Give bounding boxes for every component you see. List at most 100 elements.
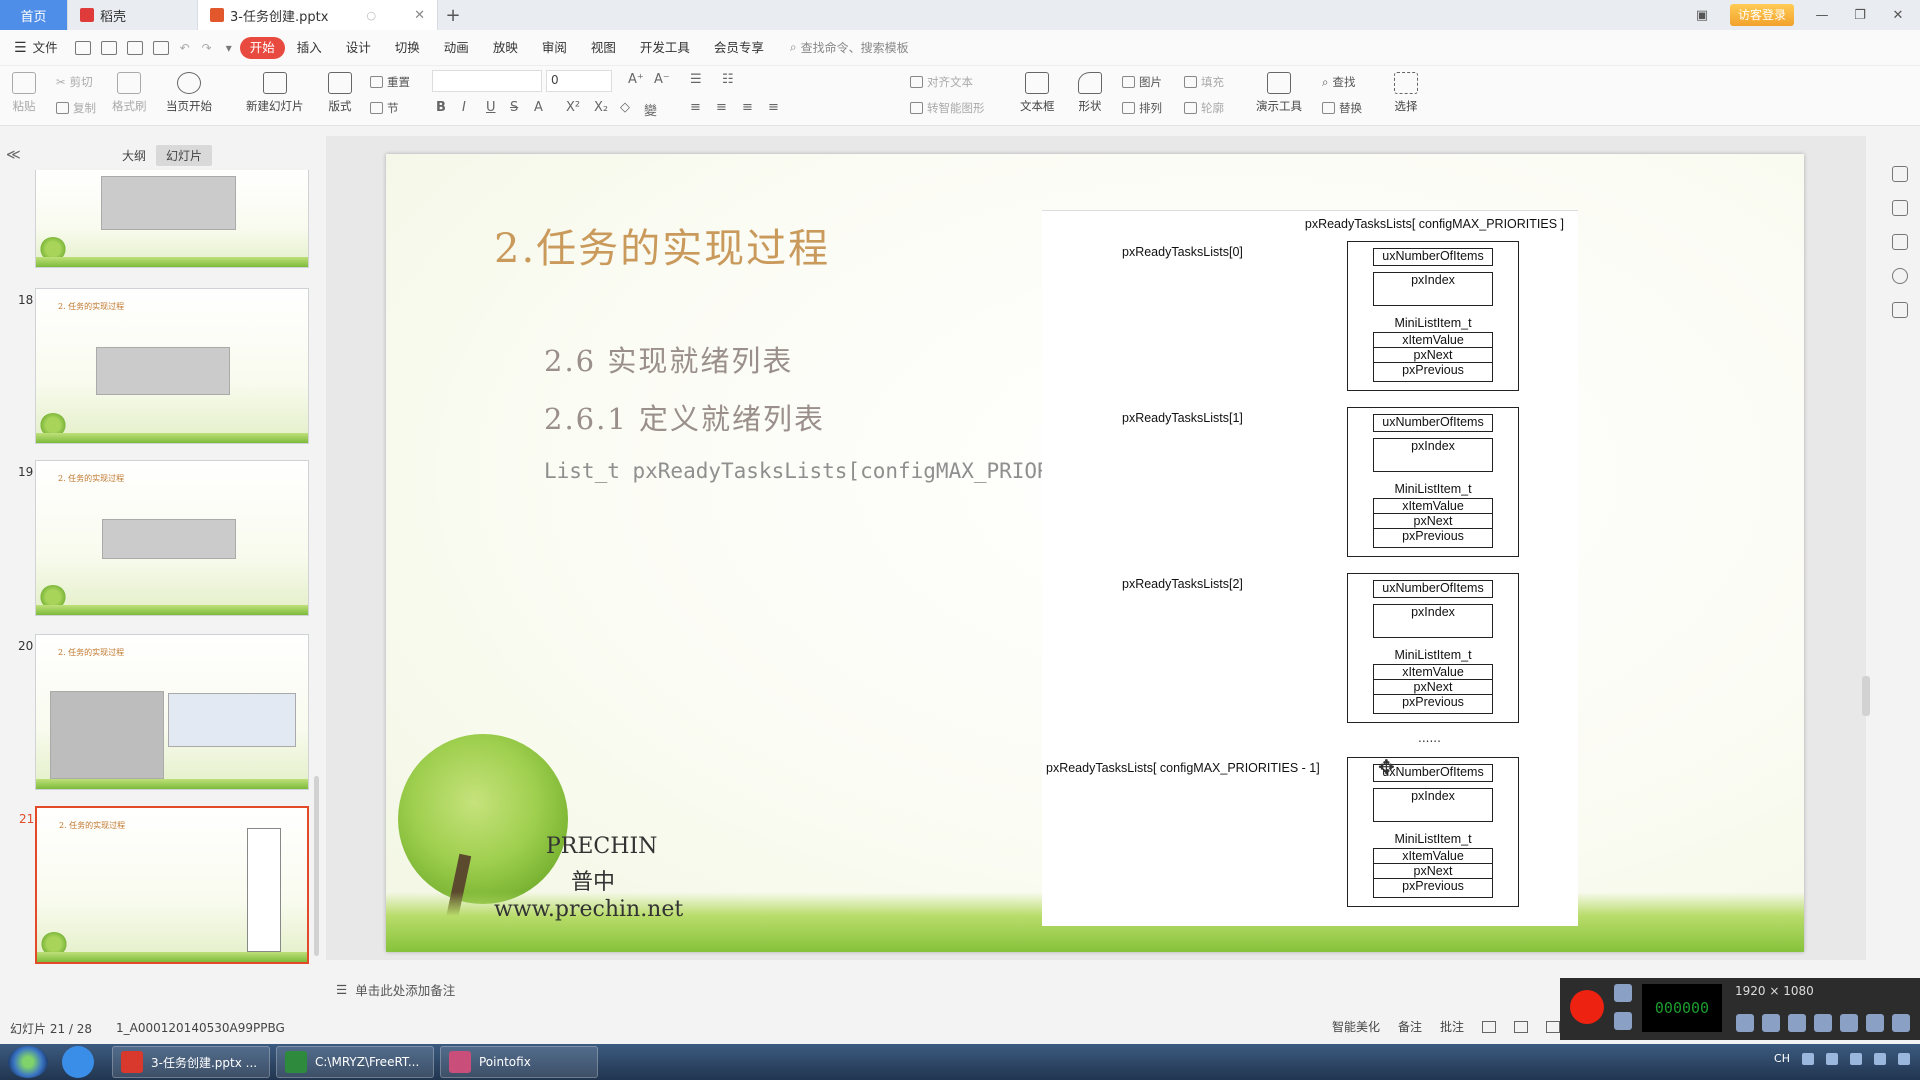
layout-icon[interactable]: ▣: [1692, 8, 1712, 23]
share-icon[interactable]: [1892, 302, 1908, 318]
textbox-button[interactable]: 文本框: [1020, 72, 1055, 114]
bold-icon[interactable]: B: [436, 100, 446, 115]
mic-icon[interactable]: [1762, 1014, 1780, 1032]
tab-daoke[interactable]: 稻壳: [68, 0, 198, 30]
pause-icon[interactable]: [1614, 1012, 1632, 1030]
fill-button[interactable]: 填充: [1184, 74, 1224, 90]
cut-button[interactable]: ✂ 剪切: [56, 74, 93, 90]
subscript-icon[interactable]: X₂: [594, 100, 608, 115]
menu-file[interactable]: 文件: [31, 37, 70, 59]
normal-view-icon[interactable]: [1482, 1020, 1496, 1033]
grow-font-icon[interactable]: A⁺: [628, 72, 644, 87]
outline-button[interactable]: 轮廓: [1184, 100, 1224, 116]
menu-design[interactable]: 设计: [334, 37, 383, 59]
menu-member[interactable]: 会员专享: [702, 37, 776, 59]
smart-beautify-button[interactable]: 智能美化: [1332, 1018, 1380, 1035]
section-button[interactable]: 节: [370, 100, 399, 116]
command-search[interactable]: ⌕ 查找命令、搜索模板: [790, 39, 909, 56]
superscript-icon[interactable]: X²: [566, 100, 580, 115]
font-family-select[interactable]: [432, 70, 542, 92]
properties-icon[interactable]: [1892, 166, 1908, 182]
menu-view[interactable]: 视图: [579, 37, 628, 59]
camera-icon[interactable]: [1614, 984, 1632, 1002]
close-window-icon[interactable]: ✕: [1888, 8, 1908, 23]
start-button[interactable]: [8, 1046, 48, 1078]
export-icon[interactable]: [100, 40, 117, 55]
convert-smartart-button[interactable]: 转智能图形: [910, 100, 985, 116]
sorter-view-icon[interactable]: [1514, 1020, 1528, 1033]
webcam-icon[interactable]: [1788, 1014, 1806, 1032]
slide-title[interactable]: 2.任务的实现过程: [494, 216, 830, 274]
menu-developer[interactable]: 开发工具: [628, 37, 702, 59]
italic-icon[interactable]: I: [462, 100, 466, 115]
folder-icon[interactable]: [1866, 1014, 1884, 1032]
settings-icon[interactable]: [1892, 1014, 1910, 1032]
action-center-icon[interactable]: [1898, 1052, 1910, 1065]
customize-icon[interactable]: ▾: [226, 41, 232, 55]
copy-button[interactable]: 复制: [56, 100, 96, 116]
record-button[interactable]: [1570, 990, 1604, 1024]
new-slide-button[interactable]: 新建幻灯片: [246, 72, 304, 114]
picture-button[interactable]: 图片: [1122, 74, 1162, 90]
preview-icon[interactable]: [152, 40, 169, 55]
ready-list-diagram[interactable]: pxReadyTasksLists[ configMAX_PRIORITIES …: [1042, 210, 1578, 926]
save-icon[interactable]: [74, 40, 91, 55]
underline-icon[interactable]: U: [486, 100, 496, 115]
task-wps[interactable]: 3-任务创建.pptx ...: [112, 1046, 270, 1078]
language-indicator[interactable]: CH: [1774, 1052, 1790, 1065]
find-button[interactable]: ⌕ 查找: [1322, 74, 1355, 90]
slide-thumbnail-active[interactable]: 21 2. 任务的实现过程: [19, 806, 309, 964]
char-spacing-icon[interactable]: 變: [644, 100, 657, 119]
align-right-icon[interactable]: ≡: [742, 100, 753, 115]
help-tray-icon[interactable]: [1826, 1052, 1838, 1065]
menu-review[interactable]: 审阅: [530, 37, 579, 59]
reading-view-icon[interactable]: [1546, 1020, 1560, 1033]
slide-thumbnail[interactable]: 18 2. 任务的实现过程: [18, 288, 309, 444]
select-button[interactable]: 选择: [1394, 72, 1418, 114]
shape-button[interactable]: 形状: [1078, 72, 1102, 114]
sogou-icon[interactable]: [62, 1046, 94, 1078]
scrollbar-thumb[interactable]: [1862, 676, 1870, 716]
menu-insert[interactable]: 插入: [285, 37, 334, 59]
print-icon[interactable]: [126, 40, 143, 55]
paste-button[interactable]: 粘贴: [12, 72, 36, 114]
collapse-panel-icon[interactable]: ≪: [6, 147, 21, 163]
slide[interactable]: 2.任务的实现过程 2.6 实现就绪列表 2.6.1 定义就绪列表 List_t…: [386, 154, 1804, 952]
slide-thumbnail[interactable]: 19 2. 任务的实现过程: [18, 460, 309, 616]
animation-icon[interactable]: [1892, 200, 1908, 216]
slide-subheading-2[interactable]: 2.6.1 定义就绪列表: [544, 396, 825, 438]
redo-icon[interactable]: ↷: [202, 41, 212, 55]
help-icon[interactable]: [1892, 268, 1908, 284]
notes-area[interactable]: ☰ 单击此处添加备注: [326, 972, 1526, 1006]
close-tab-icon[interactable]: ✕: [414, 8, 425, 23]
clear-format-icon[interactable]: ◇: [620, 100, 630, 115]
pen-icon[interactable]: [1840, 1014, 1858, 1032]
comment-button[interactable]: 批注: [1440, 1018, 1464, 1035]
reset-button[interactable]: 重置: [370, 74, 410, 90]
network-icon[interactable]: [1850, 1052, 1862, 1065]
play-from-current-button[interactable]: 当页开始: [166, 72, 212, 114]
tab-home[interactable]: 首页: [0, 0, 68, 30]
strikethrough-icon[interactable]: S: [510, 100, 518, 115]
shrink-font-icon[interactable]: A⁻: [654, 72, 670, 87]
slide-subheading-1[interactable]: 2.6 实现就绪列表: [544, 338, 793, 380]
remark-button[interactable]: 备注: [1398, 1018, 1422, 1035]
task-vim[interactable]: C:\MRYZ\FreeRT...: [276, 1046, 434, 1078]
minimize-icon[interactable]: —: [1812, 8, 1832, 23]
align-center-icon[interactable]: ≡: [716, 100, 727, 115]
keyboard-icon[interactable]: [1802, 1052, 1814, 1065]
slide-thumbnail[interactable]: 20 2. 任务的实现过程: [18, 634, 309, 790]
login-button[interactable]: 访客登录: [1729, 4, 1794, 26]
tab-outline[interactable]: 大纲: [112, 145, 156, 166]
format-painter-button[interactable]: 格式刷: [112, 72, 147, 114]
task-pointofix[interactable]: Pointofix: [440, 1046, 598, 1078]
font-color-icon[interactable]: A: [534, 100, 543, 115]
volume-icon[interactable]: [1874, 1052, 1886, 1065]
new-tab-button[interactable]: +: [438, 5, 468, 26]
align-left-icon[interactable]: ≡: [690, 100, 701, 115]
tab-slides[interactable]: 幻灯片: [156, 144, 213, 166]
speaker-icon[interactable]: [1736, 1014, 1754, 1032]
justify-icon[interactable]: ≡: [768, 100, 779, 115]
tab-document[interactable]: 3-任务创建.pptx ○ ✕: [198, 0, 438, 30]
hamburger-icon[interactable]: ☰: [14, 40, 27, 56]
